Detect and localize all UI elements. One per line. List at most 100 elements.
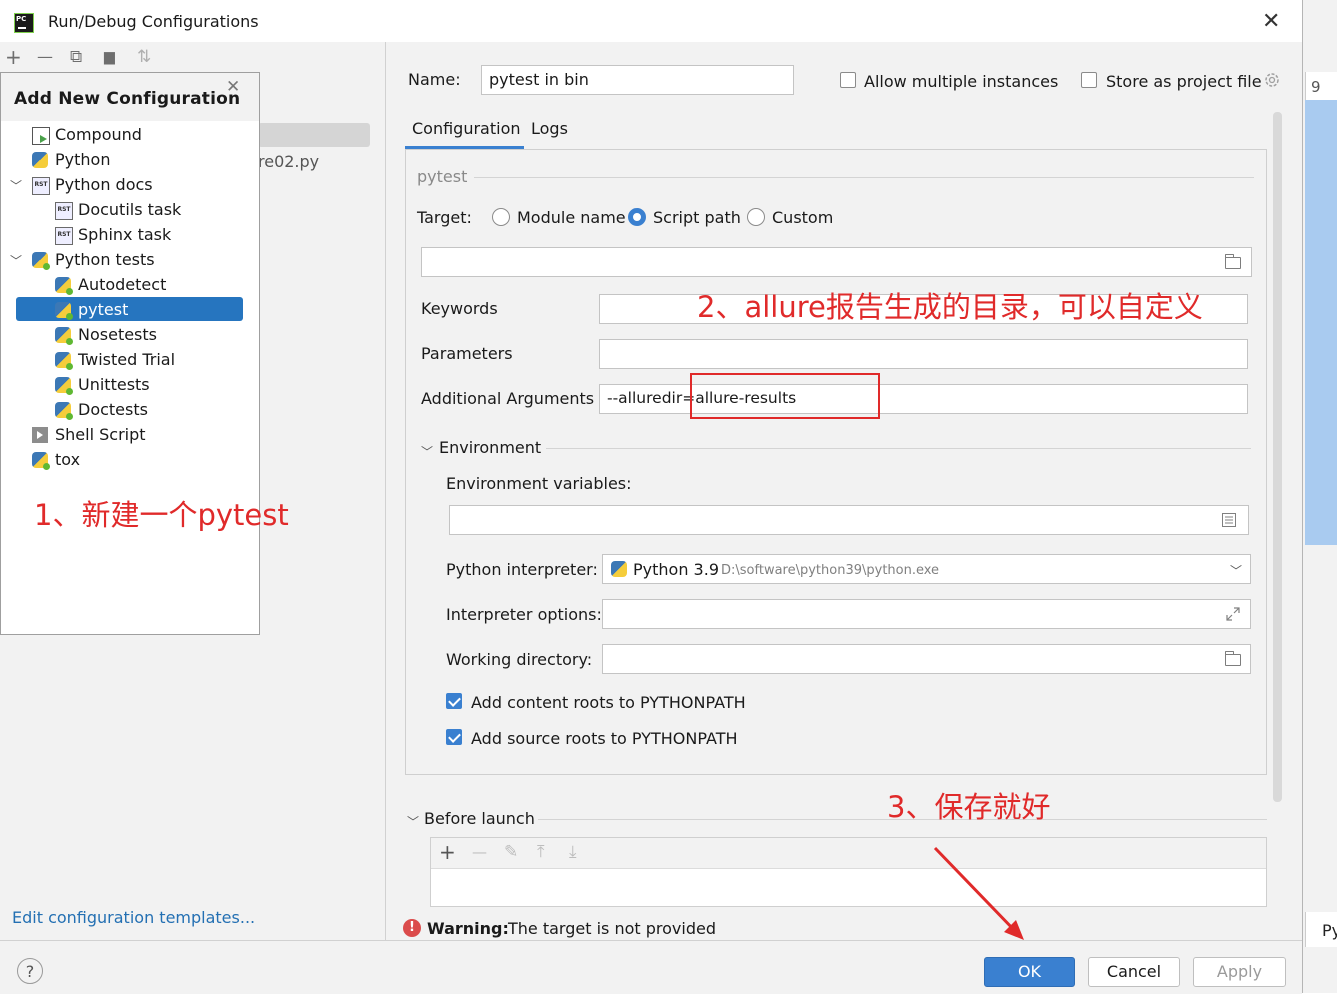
tab-configuration[interactable]: Configuration	[412, 119, 521, 138]
tree-item-label: Nosetests	[78, 325, 157, 344]
rst-icon: RST	[55, 202, 73, 220]
section-environment[interactable]: Environment	[439, 438, 541, 457]
python-tests-icon	[55, 277, 73, 295]
working-directory-label: Working directory:	[446, 650, 593, 669]
close-window-button[interactable]: ✕	[1262, 11, 1280, 33]
rst-icon: RST	[55, 227, 73, 245]
warning-icon: !	[403, 919, 421, 937]
radio-script-path-label: Script path	[653, 208, 741, 227]
tree-item-label: Unittests	[78, 375, 150, 394]
store-project-checkbox[interactable]	[1081, 72, 1097, 88]
python-tests-icon	[32, 452, 50, 470]
move-up-button[interactable]: ⤒	[537, 840, 545, 864]
shell-script-icon	[32, 427, 48, 443]
add-configuration-popup: Add New Configuration ✕ Compound Python …	[0, 72, 260, 635]
env-vars-label: Environment variables:	[446, 474, 632, 493]
help-button[interactable]: ?	[17, 958, 43, 984]
radio-module-name-label: Module name	[517, 208, 626, 227]
python-icon	[32, 152, 48, 168]
tree-item-label: tox	[55, 450, 81, 469]
radio-script-path[interactable]	[628, 208, 646, 226]
sort-button[interactable]: ⇅	[137, 44, 151, 70]
background-line-number: 9	[1311, 78, 1321, 96]
annotation-step-1: 1、新建一个pytest	[34, 498, 289, 532]
folder-icon[interactable]	[1225, 651, 1241, 666]
section-divider	[474, 177, 1254, 178]
edit-task-button[interactable]: ✎	[504, 840, 518, 864]
tree-item-label: Python	[55, 150, 111, 169]
source-roots-checkbox[interactable]	[446, 729, 462, 745]
env-vars-input[interactable]	[449, 505, 1249, 535]
popup-close-icon[interactable]: ✕	[226, 77, 240, 97]
radio-custom-label: Custom	[772, 208, 834, 227]
radio-module-name[interactable]	[492, 208, 510, 226]
section-divider	[546, 448, 1251, 449]
name-label: Name:	[408, 70, 461, 89]
python-tests-icon	[55, 377, 73, 395]
python-tests-icon	[32, 252, 50, 270]
cancel-button[interactable]: Cancel	[1088, 957, 1180, 987]
content-roots-checkbox[interactable]	[446, 693, 462, 709]
python-tests-icon	[55, 402, 73, 420]
annotation-highlight-box	[690, 373, 880, 419]
source-roots-label: Add source roots to PYTHONPATH	[471, 729, 738, 748]
parameters-input[interactable]	[599, 339, 1248, 369]
warning-prefix: Warning:	[427, 919, 509, 938]
ok-button[interactable]: OK	[984, 957, 1075, 987]
tree-item-label: Shell Script	[55, 425, 146, 444]
python-interpreter-path: D:\software\python39\python.exe	[721, 563, 940, 578]
new-folder-button[interactable]: ▆	[104, 44, 115, 70]
before-launch-section[interactable]: Before launch	[424, 809, 535, 828]
gear-icon[interactable]	[1263, 71, 1281, 89]
interpreter-options-label: Interpreter options:	[446, 605, 602, 624]
warning-text: The target is not provided	[508, 919, 716, 938]
chevron-down-icon[interactable]: ﹀	[10, 252, 22, 269]
add-configuration-button[interactable]: +	[5, 44, 22, 70]
configuration-panel	[405, 149, 1267, 775]
edit-templates-link[interactable]: Edit configuration templates...	[12, 908, 255, 927]
python-interpreter-label: Python interpreter:	[446, 560, 598, 579]
allow-multiple-checkbox[interactable]	[840, 72, 856, 88]
annotation-arrow-icon	[933, 846, 1024, 940]
selected-row-highlight	[16, 297, 243, 321]
interpreter-options-input[interactable]	[602, 599, 1251, 629]
chevron-down-icon[interactable]: ﹀	[10, 177, 22, 194]
compound-icon	[32, 127, 50, 145]
list-edit-icon[interactable]	[1221, 512, 1237, 528]
working-directory-input[interactable]	[602, 644, 1251, 674]
script-path-input[interactable]	[421, 247, 1252, 277]
move-down-button[interactable]: ⤓	[569, 840, 577, 864]
scrollbar[interactable]	[1273, 112, 1282, 802]
chevron-down-icon[interactable]: ﹀	[407, 813, 419, 830]
copy-configuration-button[interactable]: ⧉	[70, 44, 82, 70]
python-tests-icon	[55, 302, 73, 320]
configurations-toolbar: + — ⧉ ▆ ⇅	[0, 44, 385, 72]
behind-config-item[interactable]: re02.py	[258, 152, 319, 171]
keywords-label: Keywords	[421, 299, 498, 318]
remove-configuration-button[interactable]: —	[37, 44, 53, 70]
folder-icon[interactable]	[1225, 254, 1241, 269]
chevron-down-icon[interactable]: ﹀	[1230, 562, 1242, 579]
background-selection	[1305, 100, 1337, 545]
window-title: Run/Debug Configurations	[48, 12, 259, 31]
python-tests-icon	[55, 327, 73, 345]
before-launch-toolbar: + — ✎ ⤒ ⤓	[431, 838, 1266, 869]
behind-selected-row[interactable]	[258, 123, 370, 147]
remove-task-button[interactable]: —	[472, 840, 487, 864]
popup-title: Add New Configuration	[14, 89, 241, 109]
radio-custom[interactable]	[747, 208, 765, 226]
tab-logs[interactable]: Logs	[531, 119, 568, 138]
tree-item-label: Twisted Trial	[78, 350, 176, 369]
chevron-down-icon[interactable]: ﹀	[421, 443, 433, 460]
expand-icon[interactable]	[1225, 606, 1241, 622]
tree-item-label: Doctests	[78, 400, 148, 419]
rst-icon: RST	[32, 177, 50, 195]
tree-item-label: Sphinx task	[78, 225, 172, 244]
section-pytest: pytest	[417, 167, 468, 186]
name-input-value: pytest in bin	[489, 70, 589, 89]
tree-item-label: pytest	[78, 300, 129, 319]
python-interpreter-name: Python 3.9	[633, 560, 719, 579]
add-task-button[interactable]: +	[439, 840, 456, 864]
python-icon	[611, 561, 627, 577]
apply-button[interactable]: Apply	[1193, 957, 1286, 987]
